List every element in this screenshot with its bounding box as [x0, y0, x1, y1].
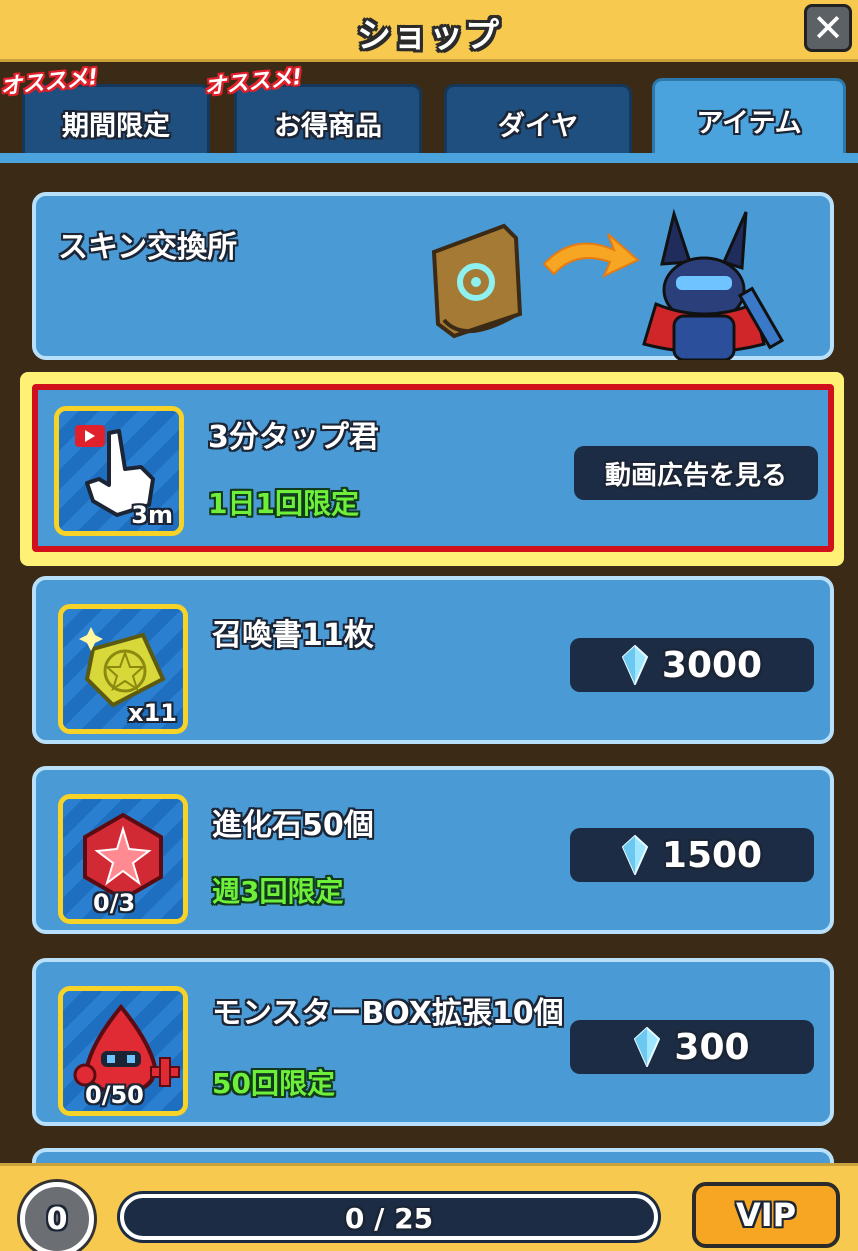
vip-level-badge: 0	[20, 1182, 94, 1251]
item-count: 0/50	[85, 1081, 144, 1109]
diamond-icon	[621, 645, 648, 685]
shop-item-summon-books[interactable]: x11 召喚書11枚 3000	[32, 576, 834, 744]
tab-deals[interactable]: お得商品	[234, 84, 422, 160]
item-icon: 3m	[54, 406, 184, 536]
close-button[interactable]: ✕	[804, 4, 852, 52]
shop-header: ショップ ✕	[0, 0, 858, 62]
item-count: 3m	[131, 501, 173, 529]
vip-button[interactable]: VIP	[692, 1182, 840, 1248]
page-title: ショップ	[357, 16, 501, 56]
item-count: x11	[128, 699, 177, 727]
price-button[interactable]: 300	[570, 1020, 814, 1074]
item-title: 3分タップ君	[208, 420, 379, 455]
item-limit: 1日1回限定	[208, 487, 359, 520]
tab-items[interactable]: アイテム	[652, 78, 846, 160]
item-title: 召喚書11枚	[212, 618, 374, 653]
price-button[interactable]: 3000	[570, 638, 814, 692]
shop-item-tap-boost[interactable]: 3m 3分タップ君 1日1回限定 動画広告を見る	[32, 384, 834, 552]
price-value: 300	[674, 1026, 750, 1068]
footer-bar: 0 0 / 25 VIP	[0, 1163, 858, 1251]
item-title: 進化石50個	[212, 808, 374, 843]
shop-item-evolution-stones[interactable]: 0/3 進化石50個 週3回限定 1500	[32, 766, 834, 934]
scroll-icon	[431, 223, 523, 339]
item-title: モンスターBOX拡張10個	[212, 996, 564, 1031]
skin-exchange-title: スキン交換所	[58, 230, 238, 265]
watch-ad-button[interactable]: 動画広告を見る	[574, 446, 818, 500]
close-icon: ✕	[812, 6, 844, 50]
item-icon: 0/3	[58, 794, 188, 924]
shop-item-monster-box[interactable]: 0/50 モンスターBOX拡張10個 50回限定 300	[32, 958, 834, 1126]
arrow-icon	[542, 233, 640, 279]
tab-diamonds[interactable]: ダイヤ	[444, 84, 632, 160]
item-limit: 週3回限定	[212, 875, 344, 908]
item-count: 0/3	[93, 889, 136, 917]
tab-bar: 期間限定 お得商品 ダイヤ アイテム	[0, 62, 858, 162]
skin-exchange-illustration	[431, 208, 785, 360]
price-value: 3000	[661, 644, 763, 686]
diamond-icon	[621, 835, 648, 875]
vip-progress-bar: 0 / 25	[120, 1194, 658, 1240]
item-limit: 50回限定	[212, 1067, 335, 1100]
item-icon: 0/50	[58, 986, 188, 1116]
price-button[interactable]: 1500	[570, 828, 814, 882]
progress-text: 0 / 25	[344, 1202, 434, 1235]
tab-underline	[0, 153, 858, 163]
skin-exchange-card[interactable]: スキン交換所	[32, 192, 834, 360]
price-value: 1500	[661, 834, 763, 876]
ninja-rabbit-character	[642, 208, 785, 360]
item-icon: x11	[58, 604, 188, 734]
diamond-icon	[634, 1027, 661, 1067]
